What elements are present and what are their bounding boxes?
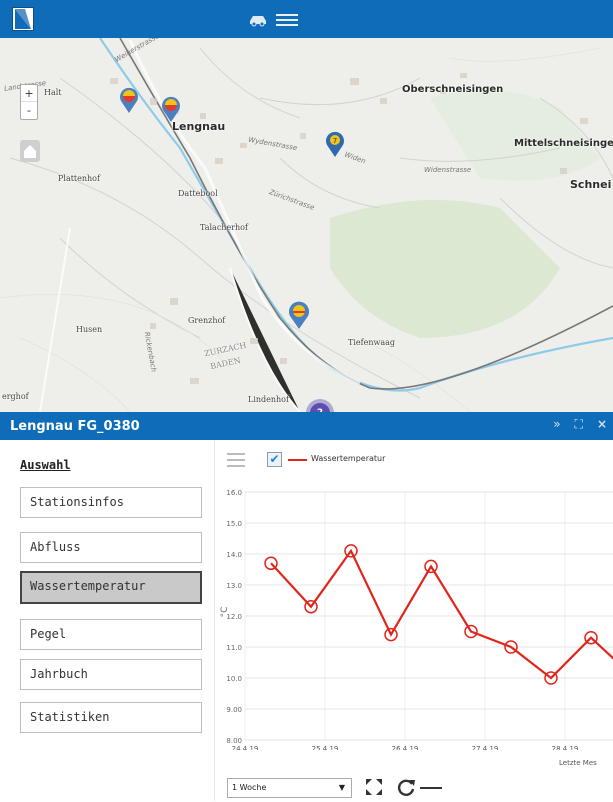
expand-icon[interactable]: ⛶	[575, 417, 583, 431]
station-marker[interactable]: 7	[324, 130, 346, 158]
station-marker[interactable]	[160, 95, 182, 123]
period-select[interactable]: 1 Woche ▼	[227, 778, 352, 798]
x-tick-label: 27.4.19	[472, 745, 499, 750]
place-label: erghof	[2, 392, 29, 401]
y-tick-label: 10.0	[226, 675, 242, 683]
fullscreen-icon[interactable]	[364, 777, 384, 797]
place-label: Husen	[76, 325, 103, 334]
sidebar-item-statistiken[interactable]: Statistiken	[20, 702, 202, 733]
sidebar-item-wassertemperatur[interactable]: Wassertemperatur	[20, 571, 202, 604]
y-tick-label: 15.0	[226, 520, 242, 528]
menu-icon[interactable]	[276, 11, 298, 33]
station-marker[interactable]	[118, 86, 140, 114]
zoom-control: + -	[20, 84, 38, 120]
map-terrain	[0, 38, 613, 412]
street-label: Widenstrasse	[424, 166, 472, 174]
chevron-down-icon: ▼	[338, 783, 345, 792]
place-label: Schnei	[570, 178, 612, 191]
collapse-icon[interactable]: »	[553, 417, 560, 431]
y-tick-label: 16.0	[226, 489, 242, 497]
sidebar-item-abfluss[interactable]: Abfluss	[20, 532, 202, 563]
chart-toolbar: 1 Woche ▼	[215, 772, 613, 801]
marker-label: 7	[333, 137, 337, 145]
y-tick-label: 8.00	[226, 737, 242, 745]
y-axis-label: °C	[220, 607, 230, 618]
y-tick-label: 13.0	[226, 582, 242, 590]
zoom-in-button[interactable]: +	[21, 85, 37, 102]
panel-title: Lengnau FG_0380	[10, 419, 140, 434]
sidebar-heading: Auswahl	[20, 458, 71, 472]
period-value: 1 Woche	[232, 783, 267, 792]
zoom-out-button[interactable]: -	[21, 102, 37, 119]
y-tick-label: 14.0	[226, 551, 242, 559]
panel-header: Lengnau FG_0380 » ⛶ ×	[0, 412, 613, 440]
place-label: Grenzhof	[188, 316, 226, 325]
sidebar-item-pegel[interactable]: Pegel	[20, 619, 202, 650]
legend-swatch	[288, 459, 307, 461]
sidebar-item-jahrbuch[interactable]: Jahrbuch	[20, 659, 202, 690]
temperature-chart: 8.009.0010.011.012.013.014.015.016.024.4…	[220, 489, 613, 750]
app-logo[interactable]	[12, 7, 34, 31]
last-measurement-label: Letzte Mes	[559, 759, 597, 767]
refresh-icon[interactable]	[396, 777, 416, 797]
close-icon[interactable]: ×	[597, 417, 607, 431]
series-toggle-checkbox[interactable]: ✔	[267, 452, 282, 467]
place-label: Oberschneisingen	[402, 84, 504, 95]
x-tick-label: 24.4.19	[232, 745, 259, 750]
cluster-count: 2	[310, 403, 330, 412]
place-label: Talacherhof	[200, 223, 248, 232]
legend-label: Wassertemperatur	[311, 454, 386, 463]
place-label: Halt	[44, 88, 62, 97]
data-point	[264, 556, 278, 571]
place-label: Plattenhof	[58, 174, 100, 183]
y-tick-label: 9.00	[226, 706, 242, 714]
place-label: Mittelschneisinge	[514, 138, 613, 149]
sidebar-item-stationsinfos[interactable]: Stationsinfos	[20, 487, 202, 518]
x-tick-label: 28.4.19	[552, 745, 579, 750]
top-bar	[0, 0, 613, 38]
sidebar: Auswahl Stationsinfos Abfluss Wassertemp…	[0, 440, 215, 801]
place-label: Lindenhof	[248, 395, 289, 404]
chart-panel: ✔ Wassertemperatur 8.00 9.00 10.0 11.0 12.0 1…	[215, 440, 613, 801]
map-view[interactable]: Halt Lengnau Oberschneisingen Mittelschn…	[0, 38, 613, 412]
chart-menu-icon[interactable]	[227, 453, 245, 471]
series-line	[270, 548, 613, 680]
car-icon[interactable]	[247, 8, 269, 30]
x-tick-label: 26.4.19	[392, 745, 419, 750]
place-label: Tiefenwaag	[348, 338, 395, 347]
station-marker[interactable]	[287, 300, 311, 330]
home-button[interactable]	[20, 140, 40, 162]
x-tick-label: 25.4.19	[312, 745, 339, 750]
minus-icon[interactable]	[418, 777, 442, 797]
place-label: Dattebool	[178, 189, 218, 198]
y-tick-label: 11.0	[226, 644, 242, 652]
